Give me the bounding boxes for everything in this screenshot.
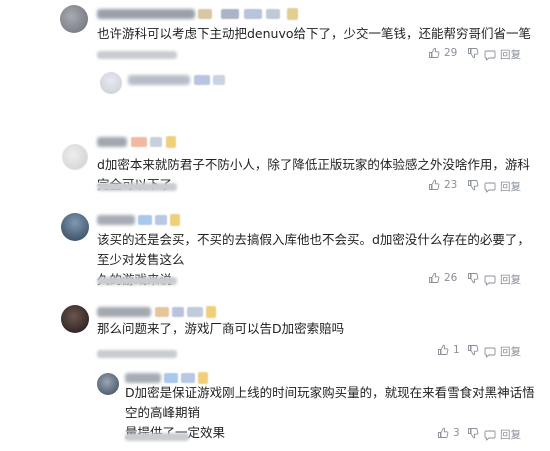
medal-icon [166,136,176,148]
comment-text: 也许游科可以考虑下主动把denuvo给下了，少交一笔钱，还能帮穷哥们省一笔 [97,24,537,44]
reply-button[interactable]: 回复 [484,179,521,194]
like-count: 26 [444,272,458,284]
level-badge [194,75,210,85]
level-badge [155,215,167,225]
dislike-button[interactable] [467,344,479,356]
username-blurred[interactable] [97,137,127,147]
reply-label: 回复 [500,346,521,358]
level-badge [131,137,147,147]
level-badge [244,9,262,19]
level-badge [181,373,195,383]
thumbs-down-icon [468,48,479,59]
username-blurred[interactable] [97,307,151,317]
reply-label: 回复 [500,429,521,441]
medal-icon [287,8,298,20]
medal-icon [170,214,180,226]
like-count: 1 [453,344,460,356]
avatar[interactable] [61,305,89,333]
thumbs-down-icon [468,180,479,191]
avatar[interactable] [97,373,119,395]
username-blurred[interactable] [128,75,190,85]
thumbs-up-icon [429,47,440,58]
level-badge [266,9,280,19]
username-blurred[interactable] [97,9,195,19]
comment-bubble-icon [484,275,496,286]
thumbs-down-icon [468,345,479,356]
like-button[interactable]: 23 [428,179,457,191]
level-badge [164,373,178,383]
like-button[interactable]: 26 [428,272,457,284]
comment-bubble-icon [484,182,496,193]
avatar[interactable] [100,72,122,94]
comment-item: 该买的还是会买，不买的去搞假入库他也不会买。d加密没什么存在的必要了，至少对发售… [0,210,550,290]
thumbs-up-icon [429,179,440,190]
like-button[interactable]: 29 [428,47,457,59]
reply-label: 回复 [500,274,521,286]
thumbs-down-icon [468,273,479,284]
reply-button[interactable]: 回复 [484,47,521,62]
avatar[interactable] [62,144,88,170]
level-badge [221,9,239,19]
comment-text-line: 也许游科可以考虑下主动把denuvo给下了，少交一笔钱，还能帮穷哥们省一笔 [97,26,532,41]
reply-label: 回复 [500,181,521,193]
comment-text-line: 该买的还是会买，不买的去搞假入库他也不会买。d加密没什么存在的必要了，至少对发售… [97,232,530,267]
comment-item: 也许游科可以考虑下主动把denuvo给下了，少交一笔钱，还能帮穷哥们省一笔 29… [0,0,550,105]
comment-item: 那么问题来了，游戏厂商可以告D加密索赔吗 1 回复 D加密是保证游戏刚上线的时间… [0,302,550,451]
dislike-button[interactable] [467,272,479,284]
thumbs-up-icon [438,344,449,355]
like-count: 3 [453,427,460,439]
reply-label: 回复 [500,49,521,61]
dislike-button[interactable] [467,179,479,191]
comment-bubble-icon [484,347,496,358]
dislike-button[interactable] [467,427,479,439]
comment-text: 那么问题来了，游戏厂商可以告D加密索赔吗 [97,319,537,339]
like-button[interactable]: 3 [437,427,460,439]
like-count: 29 [444,47,458,59]
comment-text-line: 那么问题来了，游戏厂商可以告D加密索赔吗 [97,321,345,336]
medal-icon [206,306,216,318]
like-button[interactable]: 1 [437,344,460,356]
comment-bubble-icon [484,50,496,61]
like-count: 23 [444,179,458,191]
comment-bubble-icon [484,430,496,441]
avatar[interactable] [60,5,88,33]
level-badge [150,137,162,147]
username-blurred[interactable] [97,215,135,225]
thumbs-up-icon [429,272,440,283]
reply-button[interactable]: 回复 [484,272,521,287]
reply-button[interactable]: 回复 [484,344,521,359]
comment-timestamp [97,183,177,191]
comment-timestamp [97,51,177,59]
reply-button[interactable]: 回复 [484,427,521,442]
level-badge [172,307,184,317]
dislike-button[interactable] [467,47,479,59]
avatar[interactable] [61,213,89,241]
level-badge [155,307,169,317]
thumbs-up-icon [438,427,449,438]
level-badge [138,215,152,225]
reply-timestamp [125,433,189,441]
level-badge [198,9,212,19]
thumbs-down-icon [468,428,479,439]
username-blurred[interactable] [125,373,161,383]
level-badge [187,307,203,317]
level-badge [213,75,225,85]
comment-item: d加密本来就防君子不防小人，除了降低正版玩家的体验感之外没啥作用，游科完全可以下… [0,132,550,202]
comment-timestamp [97,350,177,358]
comment-timestamp [97,277,177,285]
reply-text-line: D加密是保证游戏刚上线的时间玩家购买量的，就现在来看雪食对黑神话悟空的高峰期销 [125,385,535,420]
